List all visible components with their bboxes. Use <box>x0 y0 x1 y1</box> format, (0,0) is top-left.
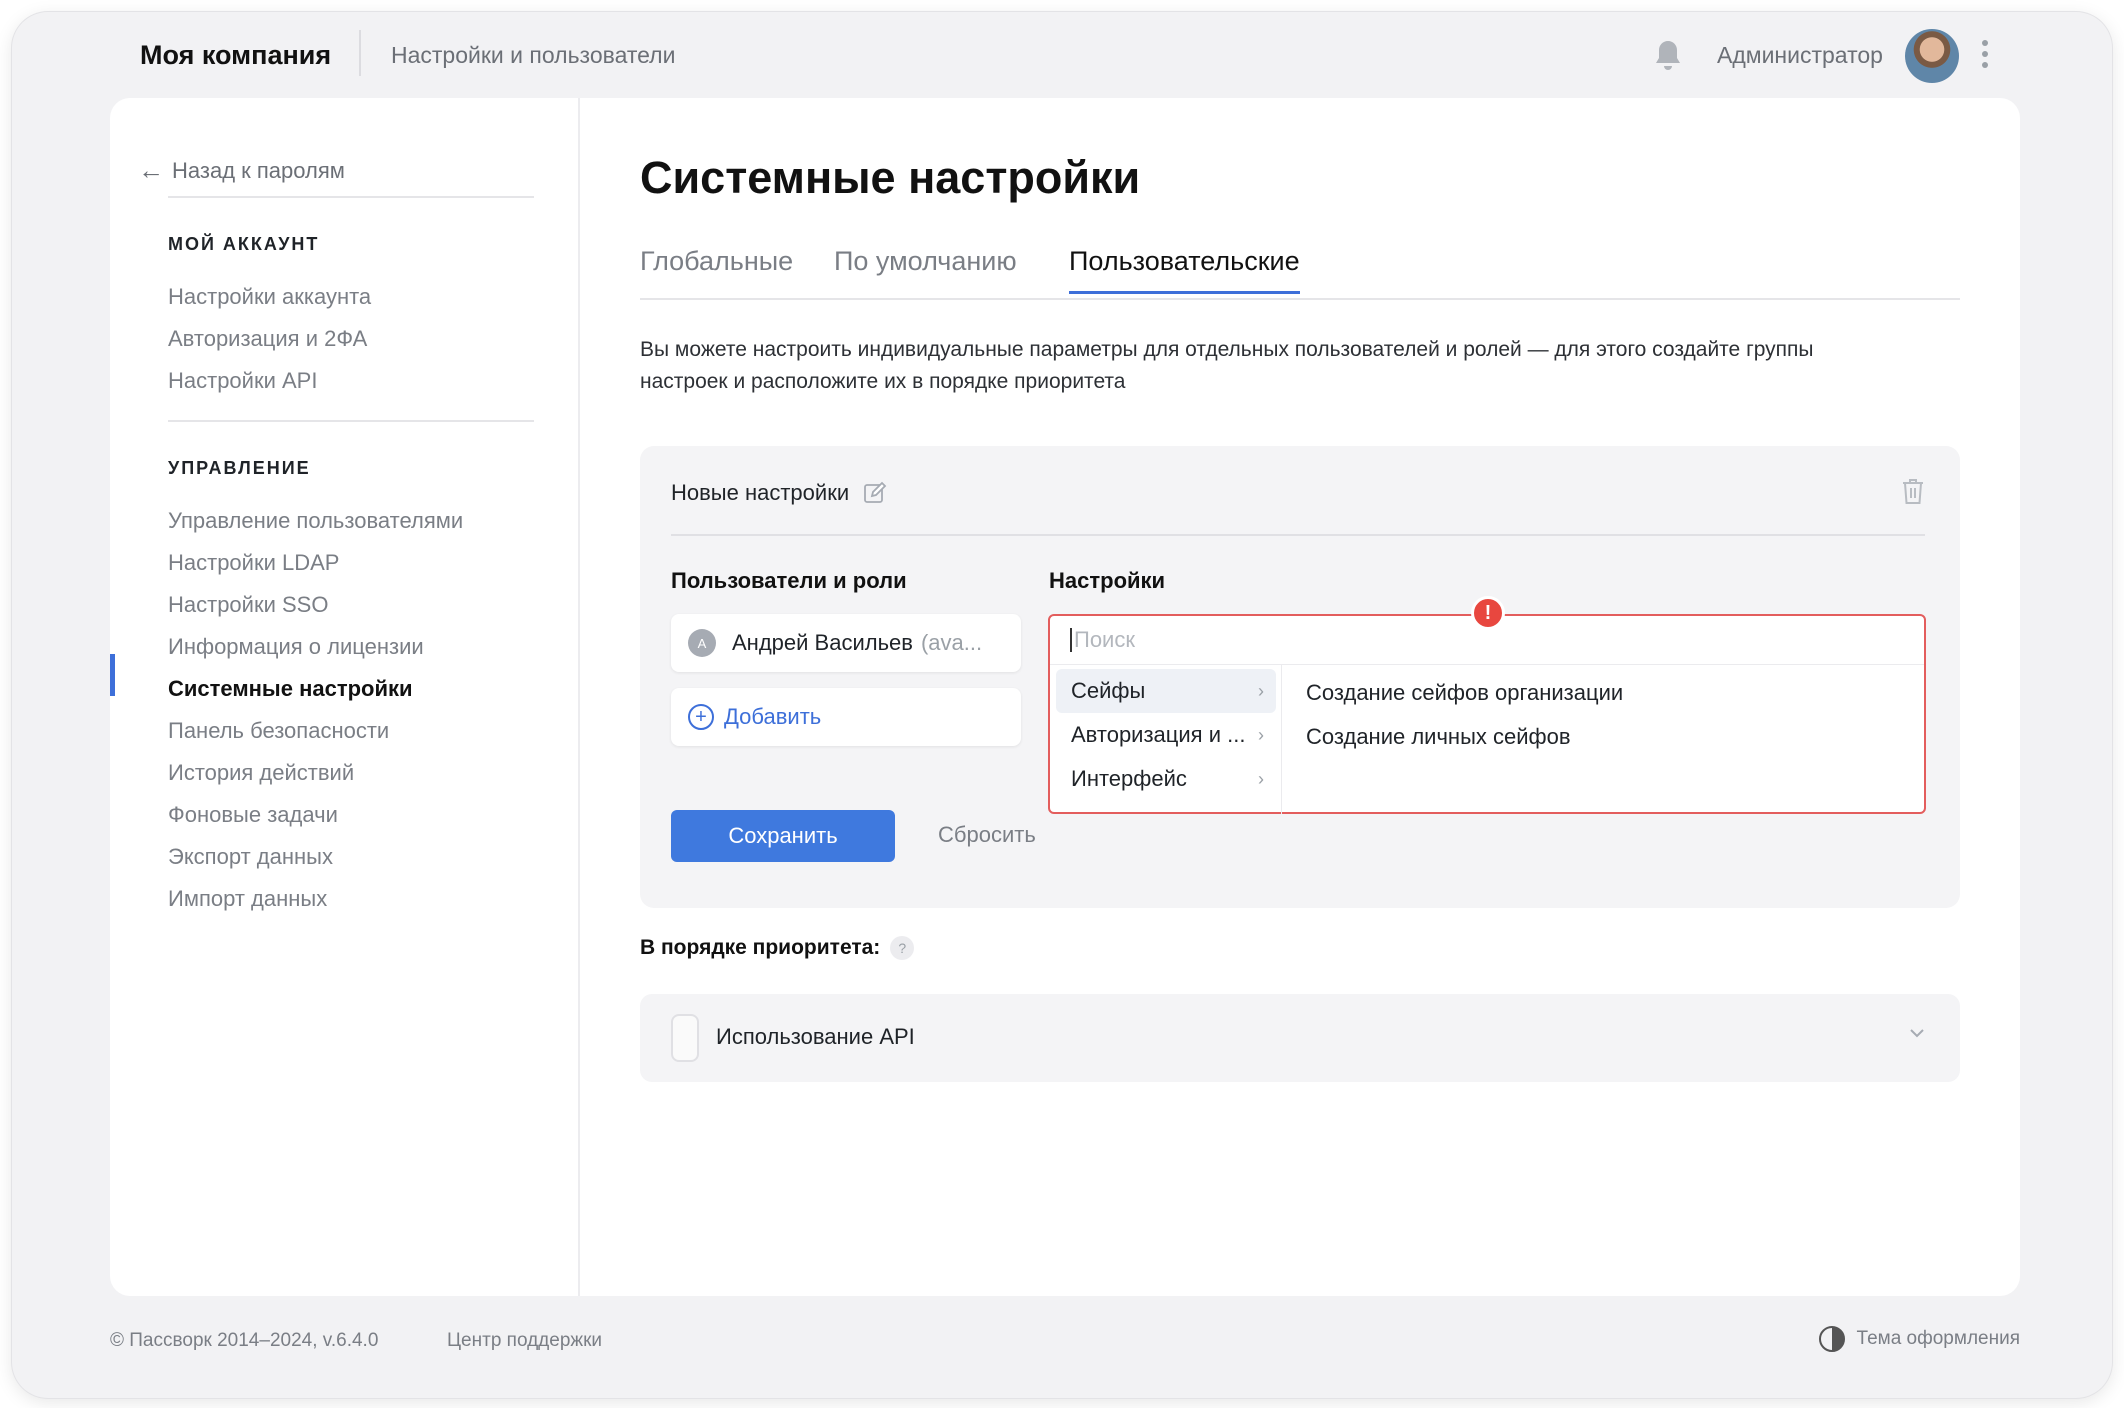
tab-default[interactable]: По умолчанию <box>834 246 1017 291</box>
tab-global[interactable]: Глобальные <box>640 246 793 291</box>
sidebar-item-user-management[interactable]: Управление пользователями <box>168 508 463 534</box>
sidebar-divider <box>168 196 534 198</box>
sidebar-item-background-tasks[interactable]: Фоновые задачи <box>168 802 338 828</box>
category-label: Сейфы <box>1071 678 1146 703</box>
sidebar-item-system-settings[interactable]: Системные настройки <box>168 676 413 702</box>
save-button[interactable]: Сохранить <box>671 810 895 862</box>
topbar-divider <box>359 30 361 76</box>
more-menu-icon[interactable] <box>1980 40 1990 72</box>
avatar[interactable] <box>1905 29 1959 83</box>
search-input[interactable]: Поиск <box>1070 628 1135 652</box>
sidebar: ← Назад к паролям МОЙ АККАУНТ Настройки … <box>110 98 580 1296</box>
bell-icon[interactable] <box>1652 38 1684 72</box>
add-label: Добавить <box>724 704 822 729</box>
sidebar-item-sso[interactable]: Настройки SSO <box>168 592 328 618</box>
user-name[interactable]: Администратор <box>1717 42 1883 69</box>
sidebar-heading-account: МОЙ АККАУНТ <box>168 234 320 254</box>
footer-copyright: © Пассворк 2014–2024, v.6.4.0 <box>110 1330 379 1351</box>
option-create-org-safes[interactable]: Создание сейфов организации <box>1306 680 1623 706</box>
chevron-right-icon: › <box>1258 680 1264 701</box>
priority-heading: В порядке приоритета: ? <box>640 936 915 960</box>
reset-button[interactable]: Сбросить <box>938 822 1036 848</box>
arrow-left-icon: ← <box>138 155 164 185</box>
sidebar-item-license[interactable]: Информация о лицензии <box>168 634 424 660</box>
category-authorization[interactable]: Авторизация и ... › <box>1056 713 1276 757</box>
priority-item[interactable]: Использование API <box>640 994 1960 1082</box>
top-bar: Моя компания Настройки и пользователи Ад… <box>12 12 2112 98</box>
user-initial-avatar: А <box>688 629 716 657</box>
content-area: Системные настройки Глобальные По умолча… <box>582 98 2020 1296</box>
trash-icon[interactable] <box>1900 476 1926 506</box>
add-user-button[interactable]: + Добавить <box>671 688 1021 746</box>
category-label: Интерфейс <box>1071 766 1187 791</box>
plus-circle-icon: + <box>688 704 714 730</box>
sidebar-item-data-export[interactable]: Экспорт данных <box>168 844 333 870</box>
settings-heading: Настройки <box>1049 568 1166 593</box>
chevron-right-icon: › <box>1258 768 1264 789</box>
chevron-down-icon[interactable] <box>1908 1024 1926 1042</box>
error-icon: ! <box>1471 596 1505 630</box>
category-safes[interactable]: Сейфы › <box>1056 669 1276 713</box>
user-chip-login: (ava... <box>920 630 983 655</box>
settings-group-panel: Новые настройки Пользователи и роли Наст… <box>640 446 1960 908</box>
settings-picker: ! Поиск Сейфы › Авторизация и ... › Инте… <box>1048 596 1926 814</box>
contrast-icon <box>1818 1326 1845 1352</box>
users-roles-heading: Пользователи и роли <box>671 568 907 593</box>
back-to-passwords-link[interactable]: ← Назад к паролям <box>138 155 345 186</box>
theme-toggle[interactable]: Тема оформления <box>1818 1326 2020 1352</box>
description-text: Вы можете настроить индивидуальные парам… <box>640 338 1814 393</box>
sidebar-item-activity-log[interactable]: История действий <box>168 760 354 786</box>
priority-label: В порядке приоритета: <box>640 936 881 959</box>
category-label: Авторизация и ... <box>1071 722 1246 747</box>
tab-custom[interactable]: Пользовательские <box>1069 246 1300 294</box>
main-card: ← Назад к паролям МОЙ АККАУНТ Настройки … <box>110 98 2020 1296</box>
group-name: Новые настройки <box>671 480 850 505</box>
app-window: Моя компания Настройки и пользователи Ад… <box>12 12 2112 1398</box>
sidebar-item-auth-2fa[interactable]: Авторизация и 2ФА <box>168 326 367 352</box>
category-list: Сейфы › Авторизация и ... › Интерфейс › <box>1050 665 1282 814</box>
tab-bar: Глобальные По умолчанию Пользовательские <box>640 246 1960 300</box>
sidebar-item-api-settings[interactable]: Настройки API <box>168 368 317 394</box>
section-title: Настройки и пользователи <box>391 42 676 68</box>
sidebar-item-account-settings[interactable]: Настройки аккаунта <box>168 284 371 310</box>
theme-label: Тема оформления <box>1856 1328 2020 1349</box>
help-icon[interactable]: ? <box>890 936 915 960</box>
priority-item-label: Использование API <box>716 1024 915 1049</box>
sidebar-active-indicator <box>110 654 115 696</box>
support-link[interactable]: Центр поддержки <box>447 1330 602 1352</box>
sidebar-heading-management: УПРАВЛЕНИЕ <box>168 458 311 478</box>
group-title: Новые настройки <box>671 480 887 506</box>
back-label: Назад к паролям <box>172 157 345 183</box>
category-interface[interactable]: Интерфейс › <box>1056 757 1276 801</box>
sidebar-item-ldap[interactable]: Настройки LDAP <box>168 550 339 576</box>
user-chip[interactable]: А Андрей Васильев (ava... <box>671 614 1021 672</box>
page-title: Системные настройки <box>640 152 1141 203</box>
user-chip-name: Андрей Васильев <box>732 630 913 655</box>
sidebar-item-data-import[interactable]: Импорт данных <box>168 886 327 912</box>
reorder-handle-icon[interactable] <box>671 1014 699 1062</box>
sidebar-divider <box>168 420 534 422</box>
option-create-personal-safes[interactable]: Создание личных сейфов <box>1306 724 1571 750</box>
company-name[interactable]: Моя компания <box>140 40 331 71</box>
panel-divider <box>671 534 1925 536</box>
chevron-right-icon: › <box>1258 724 1264 745</box>
edit-icon[interactable] <box>863 481 887 505</box>
sidebar-item-security-dashboard[interactable]: Панель безопасности <box>168 718 389 744</box>
